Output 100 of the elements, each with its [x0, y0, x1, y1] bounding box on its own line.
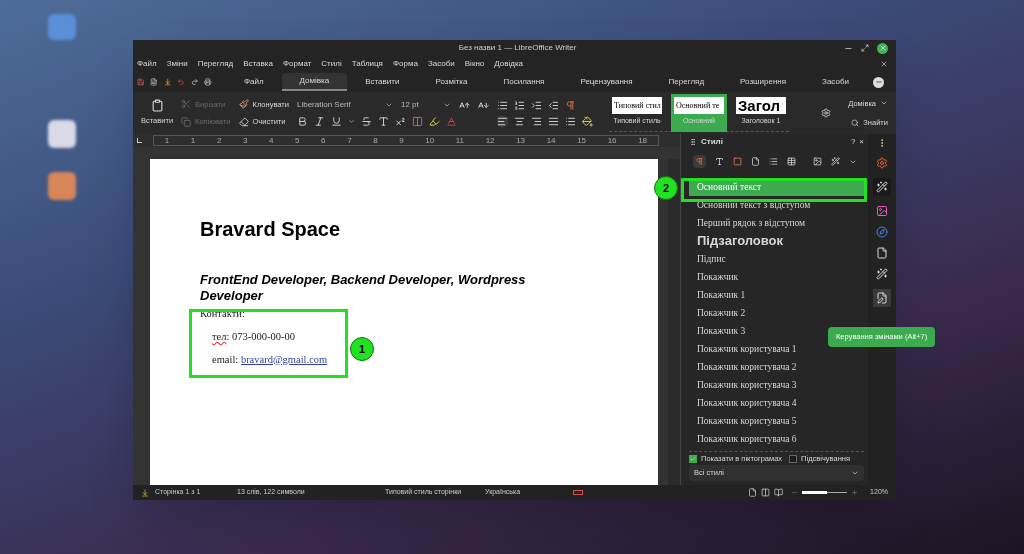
- ribbon-tab[interactable]: Вставити: [347, 73, 418, 91]
- desktop-icon[interactable]: [48, 120, 76, 148]
- ribbon-tab[interactable]: Домівка: [281, 73, 348, 91]
- panel-close-button[interactable]: ×: [859, 136, 864, 148]
- menu-item[interactable]: Стилі: [321, 58, 342, 70]
- menu-item[interactable]: Формат: [282, 58, 312, 70]
- font-color-icon[interactable]: [445, 116, 457, 127]
- superscript-icon[interactable]: [394, 116, 406, 127]
- page-icon[interactable]: [876, 247, 888, 259]
- book-view-icon[interactable]: [774, 488, 784, 497]
- gallery-icon[interactable]: [876, 205, 888, 217]
- ribbon-tab[interactable]: Перегляд: [650, 73, 723, 91]
- menu-item[interactable]: Форма: [392, 58, 418, 70]
- align-right-icon[interactable]: [530, 115, 542, 127]
- download-icon[interactable]: [163, 77, 172, 87]
- close-document-icon[interactable]: [880, 60, 888, 68]
- style-item[interactable]: Покажчик користувача 3: [689, 376, 864, 394]
- tab-stop-icon[interactable]: [137, 138, 142, 143]
- email-link[interactable]: bravard@gmail.com: [240, 351, 328, 368]
- bold-icon[interactable]: [296, 116, 308, 127]
- file-edit-icon: [876, 292, 888, 304]
- page-styles-icon[interactable]: [751, 157, 760, 166]
- menu-item[interactable]: Зміни: [166, 58, 188, 70]
- style-item[interactable]: Підпис: [689, 250, 864, 268]
- style-item[interactable]: Покажчик користувача 2: [689, 358, 864, 376]
- ribbon-tab[interactable]: Розширення: [722, 73, 805, 91]
- single-page-icon[interactable]: [748, 488, 758, 497]
- settings-icon[interactable]: [820, 108, 831, 118]
- menu-item[interactable]: Перегляд: [197, 58, 234, 70]
- ribbon-tab[interactable]: Рецензування: [562, 73, 651, 91]
- ribbon-tab[interactable]: Файл: [225, 73, 282, 91]
- align-center-icon[interactable]: [513, 115, 525, 127]
- search-icon: [851, 118, 860, 127]
- ribbon-tab[interactable]: Посилання: [485, 73, 563, 91]
- strikethrough-icon[interactable]: [360, 116, 372, 127]
- style-item[interactable]: Перший рядок з відступом: [689, 214, 864, 232]
- ruler-number: 16: [607, 136, 617, 145]
- print-icon[interactable]: [204, 77, 212, 87]
- indent-icon[interactable]: [530, 99, 542, 111]
- redo-icon[interactable]: [190, 77, 199, 87]
- ruler-number: 15: [577, 136, 587, 145]
- shrink-font-icon[interactable]: [477, 99, 489, 111]
- ruler-number: 5: [295, 136, 300, 145]
- menu-item[interactable]: Довідка: [494, 58, 524, 70]
- table-styles-icon[interactable]: [787, 157, 796, 166]
- style-item[interactable]: Покажчик користувача 4: [689, 394, 864, 412]
- bullet-list-icon[interactable]: [496, 99, 508, 111]
- manage-changes-button[interactable]: [873, 289, 891, 307]
- align-left-icon[interactable]: [496, 115, 508, 127]
- list-styles-icon[interactable]: [769, 157, 778, 166]
- close-button[interactable]: [877, 42, 888, 54]
- slider-fill[interactable]: [802, 491, 827, 494]
- scrollbar[interactable]: [668, 159, 680, 485]
- checkbox[interactable]: [789, 454, 798, 463]
- highlighter-icon[interactable]: [428, 116, 440, 127]
- font-size-field[interactable]: 12 pt: [400, 99, 451, 111]
- grip-icon[interactable]: [689, 138, 697, 146]
- properties-icon[interactable]: [876, 157, 888, 169]
- menu-item[interactable]: Вставка: [243, 58, 273, 70]
- formatting-marks-icon[interactable]: [564, 99, 576, 111]
- background-color-icon[interactable]: [581, 115, 593, 127]
- justify-icon[interactable]: [547, 115, 559, 127]
- document-icon[interactable]: [150, 77, 158, 87]
- frame-styles-icon[interactable]: [733, 157, 742, 166]
- numbered-list-icon[interactable]: [513, 99, 525, 111]
- style-item[interactable]: Покажчик: [689, 268, 864, 286]
- paragraph-styles-icon[interactable]: [693, 155, 706, 168]
- check-icon: [690, 455, 696, 462]
- menu-item[interactable]: Вікно: [464, 58, 485, 70]
- style-item[interactable]: Підзаголовок: [689, 232, 864, 250]
- grow-font-icon[interactable]: [458, 99, 470, 111]
- multi-page-icon[interactable]: [761, 488, 771, 497]
- save-status-icon[interactable]: [141, 488, 149, 497]
- style-item[interactable]: Покажчик користувача 6: [689, 430, 864, 448]
- ribbon-tab[interactable]: Засоби: [804, 73, 867, 91]
- checkbox[interactable]: [689, 454, 697, 463]
- character-styles-icon[interactable]: [715, 157, 724, 166]
- styles-deck-button[interactable]: [873, 178, 891, 196]
- menu-item[interactable]: Файл: [137, 58, 157, 70]
- maximize-icon[interactable]: [861, 44, 869, 52]
- italic-icon[interactable]: [313, 116, 325, 127]
- style-item[interactable]: Покажчик 1: [689, 286, 864, 304]
- save-icon[interactable]: [137, 77, 145, 87]
- paste-icon[interactable]: [150, 99, 164, 113]
- font-name-field[interactable]: Liberation Serif: [296, 99, 393, 111]
- collapse-button[interactable]: [873, 76, 884, 88]
- navigator-icon[interactable]: [876, 226, 888, 238]
- help-button[interactable]: ?: [850, 136, 856, 148]
- ribbon-tab[interactable]: Розмітка: [417, 73, 486, 91]
- menu-item[interactable]: Таблиця: [351, 58, 383, 70]
- menu-item[interactable]: Засоби: [427, 58, 455, 70]
- outdent-icon[interactable]: [547, 99, 559, 111]
- ruler[interactable]: 1 1 2 3 4 5 6 7 8 9 10 11 12 13 14 15 16 18: [153, 135, 659, 146]
- style-inspector-icon[interactable]: [876, 268, 888, 280]
- line-spacing-icon[interactable]: [564, 115, 576, 127]
- fill-format-icon[interactable]: [831, 157, 840, 166]
- style-item[interactable]: Покажчик користувача 5: [689, 412, 864, 430]
- underline-icon[interactable]: [330, 116, 342, 127]
- caret-icon[interactable]: [347, 118, 355, 125]
- style-item[interactable]: Покажчик 2: [689, 304, 864, 322]
